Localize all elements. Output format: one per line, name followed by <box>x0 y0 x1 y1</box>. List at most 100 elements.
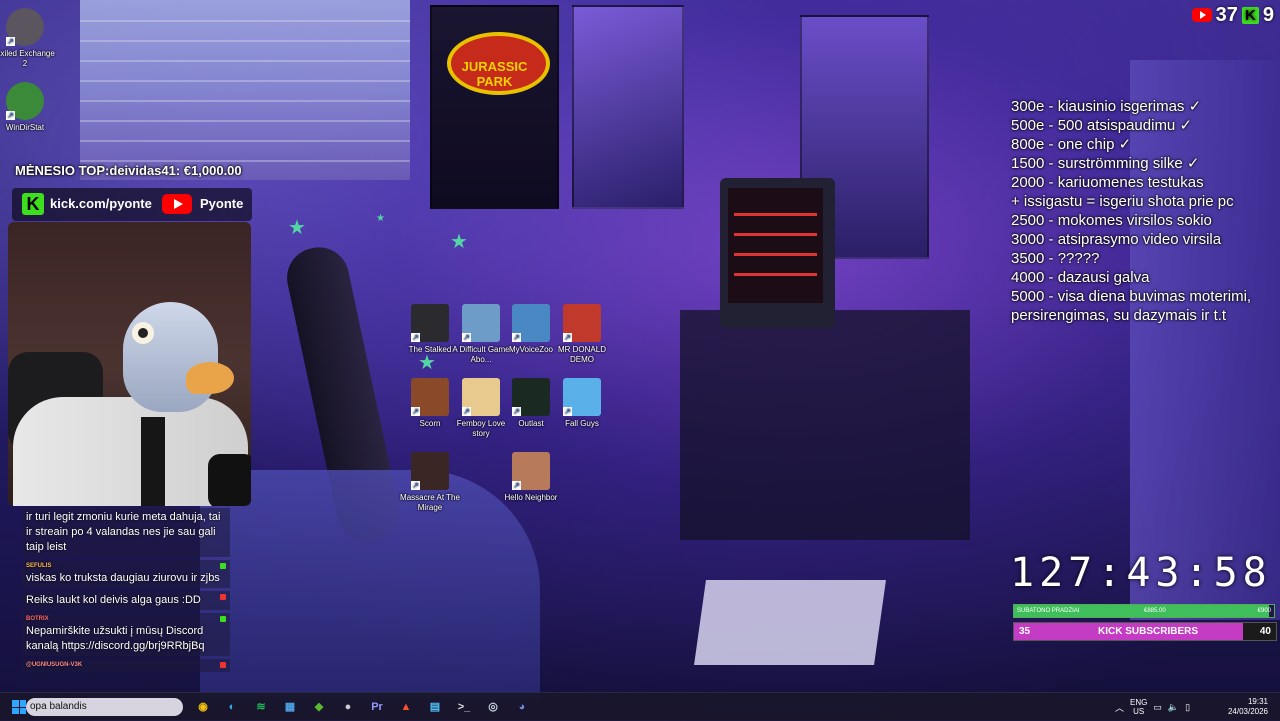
goal-item: 1500 - surströmming silke ✓ <box>1011 155 1200 172</box>
kick-subs-goal: 40 <box>1259 626 1271 637</box>
subathon-progress-bar: SUBATONO PRADZIAI €885.00 €900 <box>1013 604 1275 618</box>
goal-item: persirengimas, su dazymais ir t.t <box>1011 307 1227 324</box>
chevron-up-icon[interactable]: ︿ <box>1115 701 1124 714</box>
battery-icon[interactable]: ▯ <box>1185 702 1190 713</box>
myvoicezoo-icon: ↗ <box>512 304 550 342</box>
chat-message: Reiks laukt kol deivis alga gaus :DD <box>22 591 230 610</box>
spotify-icon[interactable]: ≋ <box>251 697 271 717</box>
scorn-icon: ↗ <box>411 378 449 416</box>
wallpaper-shelf <box>680 310 970 540</box>
kick-url: kick.com/pyonte <box>50 196 152 211</box>
goal-item: 5000 - visa diena buvimas moterimi, <box>1011 288 1252 305</box>
kick-badge-icon <box>220 563 226 569</box>
steam-icon[interactable]: ◎ <box>483 697 503 717</box>
youtube-channel-name: Pyonte <box>200 196 244 211</box>
a-difficult-game-icon: ↗ <box>462 304 500 342</box>
youtube-badge-icon <box>220 662 226 668</box>
chat-message-author: SEFULIS <box>26 563 52 569</box>
windirstat-icon: ↗ <box>6 82 44 120</box>
brave-icon[interactable]: ▲ <box>396 697 416 717</box>
clock-date: 24/03/2026 <box>1227 707 1268 716</box>
mr-donald-icon: ↗ <box>563 304 601 342</box>
goal-item: 800e - one chip ✓ <box>1011 136 1132 153</box>
chat-message-text: ir turi legit zmoniu kurie meta dahuja, … <box>26 511 221 553</box>
wallpaper-bed <box>200 470 540 700</box>
goal-item: 3500 - ????? <box>1011 250 1100 267</box>
exiled-exchange-icon: ↗ <box>6 8 44 46</box>
chrome-icon[interactable]: ◉ <box>193 697 213 717</box>
star-decoration: ★ <box>288 217 306 239</box>
taskbar-apps: ◉ ◐ ≋ ▦ ◆ ● Pr ▲ ▤ >_ ◎ ◕ <box>193 697 532 717</box>
taskbar-clock[interactable]: 19:31 24/03/2026 <box>1228 697 1268 717</box>
discord-icon[interactable]: ◕ <box>512 697 532 717</box>
femboy-love-story-icon: ↗ <box>462 378 500 416</box>
wallpaper-window <box>80 0 410 180</box>
language-indicator[interactable]: ENG US <box>1130 698 1147 716</box>
subathon-progress-current: €885.00 <box>1144 608 1166 614</box>
taskbar-search-input[interactable]: opa balandis <box>26 698 183 716</box>
massacre-at-the-mirage-icon: ↗ <box>411 452 449 490</box>
subathon-timer: 127:43:58 <box>1010 550 1272 596</box>
monthly-top-donor: MĖNESIO TOP:deividas41: €1,000.00 <box>15 163 242 178</box>
goal-item: + issigastu = isgeriu shota prie pc <box>1011 193 1234 210</box>
youtube-icon <box>1191 8 1212 22</box>
kick-icon: K <box>1241 6 1259 24</box>
desktop-icon-windirstat[interactable]: ↗ WinDirStat <box>0 82 55 133</box>
chat-message-text: Nepamirškite užsukti į mūsų Discord kana… <box>26 625 205 652</box>
wallpaper-box <box>694 580 886 665</box>
network-icon[interactable]: ▭ <box>1153 702 1162 713</box>
start-button[interactable] <box>12 700 26 714</box>
system-tray: ︿ ENG US ▭ 🔈 ▯ <box>1115 697 1190 717</box>
kick-badge-icon <box>220 616 226 622</box>
wallpaper-poster-batman <box>572 5 684 209</box>
goal-item: 2500 - mokomes virsilos sokio <box>1011 212 1212 229</box>
youtube-logo-icon <box>162 194 192 214</box>
subathon-progress-goal: €900 <box>1257 608 1271 614</box>
outlast-icon: ↗ <box>512 378 550 416</box>
goal-item: 2000 - kariuomenes testukas <box>1011 174 1204 191</box>
desktop-icon-hello-neighbor[interactable]: ↗ Hello Neighbor <box>501 452 561 503</box>
webcam-feed <box>8 222 251 506</box>
star-decoration: ★ <box>450 231 468 253</box>
kick-logo-icon: K <box>22 193 44 215</box>
photos-icon[interactable]: ▦ <box>280 697 300 717</box>
donation-goals-list: 300e - kiausinio isgerimas ✓ 500e - 500 … <box>1011 97 1251 325</box>
goal-item: 4000 - dazausi galva <box>1011 269 1150 286</box>
nvidia-icon[interactable]: ◆ <box>309 697 329 717</box>
fall-guys-icon: ↗ <box>563 378 601 416</box>
desktop-icon-exiled-exchange[interactable]: ↗ Exiled Exchange 2 <box>0 8 55 69</box>
chat-message-author: BOTRIX <box>26 616 49 622</box>
taskbar: opa balandis ◉ ◐ ≋ ▦ ◆ ● Pr ▲ ▤ >_ ◎ ◕ ︿ ENG US ▭ 🔈… <box>0 692 1280 721</box>
wallpaper-tv <box>720 178 835 328</box>
desktop-icon-mr-donald-demo[interactable]: ↗ MR DONALD DEMO <box>552 304 612 365</box>
notepad-icon[interactable]: ▤ <box>425 697 445 717</box>
the-stalked-icon: ↗ <box>411 304 449 342</box>
hello-neighbor-icon: ↗ <box>512 452 550 490</box>
chat-message: @UGNIUSUGN-V3K <box>22 659 230 672</box>
desktop-icon-massacre-at-the-mirage[interactable]: ↗ Massacre At The Mirage <box>400 452 460 513</box>
chat-message: BOTRIX Nepamirškite užsukti į mūsų Disco… <box>22 613 230 656</box>
kick-subscribers-bar: 35 KICK SUBSCRIBERS 40 <box>1013 622 1277 641</box>
goal-item: 3000 - atsiprasymo video virsila <box>1011 231 1222 248</box>
desktop-icon-fall-guys[interactable]: ↗ Fall Guys <box>552 378 612 429</box>
chat-message-text: viskas ko truksta daugiau ziurovu ir zjb… <box>26 572 220 584</box>
chat-message-text: Reiks laukt kol deivis alga gaus :DD <box>26 594 201 606</box>
kick-viewer-count: 9 <box>1262 3 1274 26</box>
star-decoration: ★ <box>376 213 385 224</box>
chat-message: SEFULIS viskas ko truksta daugiau ziurov… <box>22 560 230 588</box>
edge-icon[interactable]: ◐ <box>222 697 242 717</box>
kick-subs-current: 35 <box>1019 626 1031 637</box>
terminal-icon[interactable]: >_ <box>454 697 474 717</box>
goal-item: 300e - kiausinio isgerimas ✓ <box>1011 98 1202 115</box>
viewer-counters: 37 K 9 <box>1191 3 1274 26</box>
obs-icon[interactable]: ● <box>338 697 358 717</box>
volume-icon[interactable]: 🔈 <box>1168 702 1179 713</box>
chat-message: ir turi legit zmoniu kurie meta dahuja, … <box>22 508 230 557</box>
youtube-viewer-count: 37 <box>1215 3 1238 26</box>
subathon-progress-label: SUBATONO PRADZIAI <box>1017 608 1080 614</box>
premiere-icon[interactable]: Pr <box>367 697 387 717</box>
wallpaper-poster-jurassic-park: JURASSIC PARK <box>430 5 559 209</box>
social-links-bar: K kick.com/pyonte Pyonte <box>12 188 252 221</box>
clock-time: 19:31 <box>1247 697 1268 706</box>
kick-subs-label: KICK SUBSCRIBERS <box>1098 626 1199 637</box>
